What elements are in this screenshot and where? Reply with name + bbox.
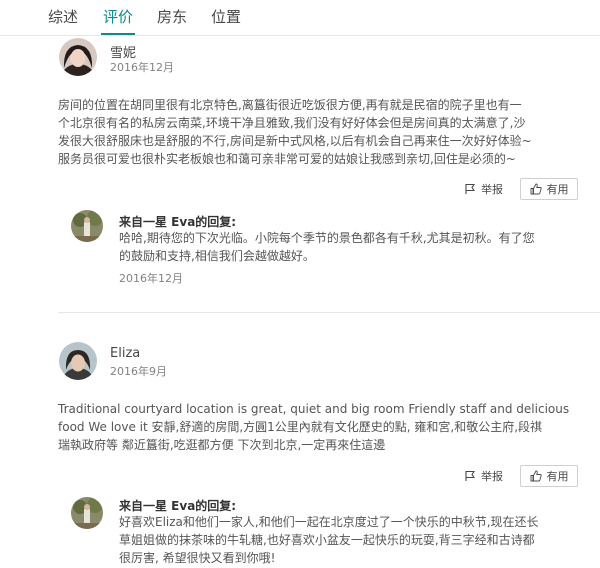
review-text: Traditional courtyard location is great,…: [58, 400, 598, 454]
avatar[interactable]: [59, 342, 97, 380]
review-text-line: 房间的位置在胡同里很有北京特色,离簋街很近吃饭很方便,再有就是民宿的院子里也有一: [58, 98, 522, 112]
review-text-line: 发很大很舒服床也是舒服的不行,房间是新中式风格,以后有机会自己再来住一次好好体验…: [58, 134, 532, 148]
helpful-button[interactable]: 有用: [520, 178, 578, 200]
thumbs-up-icon: [530, 183, 542, 195]
reply-title: 来自一星 Eva的回复:: [119, 215, 237, 229]
review-date: 2016年9月: [110, 365, 167, 378]
reply-text-line: 哈哈,期待您的下次光临。小院每个季节的景色都各有千秋,尤其是初秋。有了您: [119, 231, 535, 245]
flag-icon: [465, 470, 476, 481]
report-label: 举报: [481, 470, 503, 483]
reply-text: 好喜欢Eliza和他们一家人,和他们一起在北京度过了一个快乐的中秋节,现在还长 …: [119, 513, 589, 567]
review-text-line: Traditional courtyard location is great,…: [58, 402, 570, 416]
helpful-label: 有用: [546, 470, 569, 483]
tab-reviews[interactable]: 评价: [103, 6, 133, 27]
reply-text: 哈哈,期待您的下次光临。小院每个季节的景色都各有千秋,尤其是初秋。有了您 的鼓励…: [119, 229, 589, 265]
reply-text-line: 的鼓励和支持,相信我们会越做越好。: [119, 249, 315, 263]
active-tab-indicator: [101, 33, 135, 35]
tab-location[interactable]: 位置: [211, 6, 241, 27]
helpful-button[interactable]: 有用: [520, 465, 578, 487]
review-text-line: 瑞執政府等 鄰近簋街,吃逛都方便 下次到北京,一定再來住這邊: [58, 438, 386, 452]
reply-text-line: 好喜欢Eliza和他们一家人,和他们一起在北京度过了一个快乐的中秋节,现在还长: [119, 515, 539, 529]
review-divider: [58, 312, 600, 313]
review-text-line: 服务员很可爱也很朴实老板娘也和蔼可亲非常可爱的姑娘让我感到亲切,回住是必须的~: [58, 152, 516, 166]
flag-icon: [465, 183, 476, 194]
helpful-label: 有用: [546, 183, 569, 196]
review-text-line: food We love it 安靜,舒適的房間,方圓1公里內就有文化歷史的點,…: [58, 420, 543, 434]
tab-bar: 综述 评价 房东 位置: [0, 0, 600, 36]
reply-title: 来自一星 Eva的回复:: [119, 499, 237, 513]
review-text: 房间的位置在胡同里很有北京特色,离簋街很近吃饭很方便,再有就是民宿的院子里也有一…: [58, 96, 598, 168]
host-avatar: [71, 497, 103, 529]
reply-date: 2016年12月: [119, 272, 183, 285]
review-date: 2016年12月: [110, 61, 174, 74]
tab-overview[interactable]: 综述: [48, 6, 78, 27]
avatar[interactable]: [59, 38, 97, 76]
reply-text-line: 草姐姐做的抹茶味的牛轧糖,也好喜欢小盆友一起快乐的玩耍,背三字经和古诗都: [119, 533, 535, 547]
reply-text-line: 很厉害, 希望很快又看到你哦!: [119, 551, 276, 565]
report-button[interactable]: 举报: [464, 468, 503, 484]
review-actions: 举报 有用: [0, 178, 600, 202]
review-actions: 举报 有用: [0, 465, 600, 489]
review-text-line: 个北京很有名的私房云南菜,环境干净且雅致,我们没有好好体会但是房间真的太满意了,…: [58, 116, 526, 130]
host-avatar: [71, 210, 103, 242]
report-button[interactable]: 举报: [464, 181, 503, 197]
tab-host[interactable]: 房东: [157, 6, 187, 27]
reviewer-name[interactable]: Eliza: [110, 346, 140, 361]
report-label: 举报: [481, 183, 503, 196]
thumbs-up-icon: [530, 470, 542, 482]
